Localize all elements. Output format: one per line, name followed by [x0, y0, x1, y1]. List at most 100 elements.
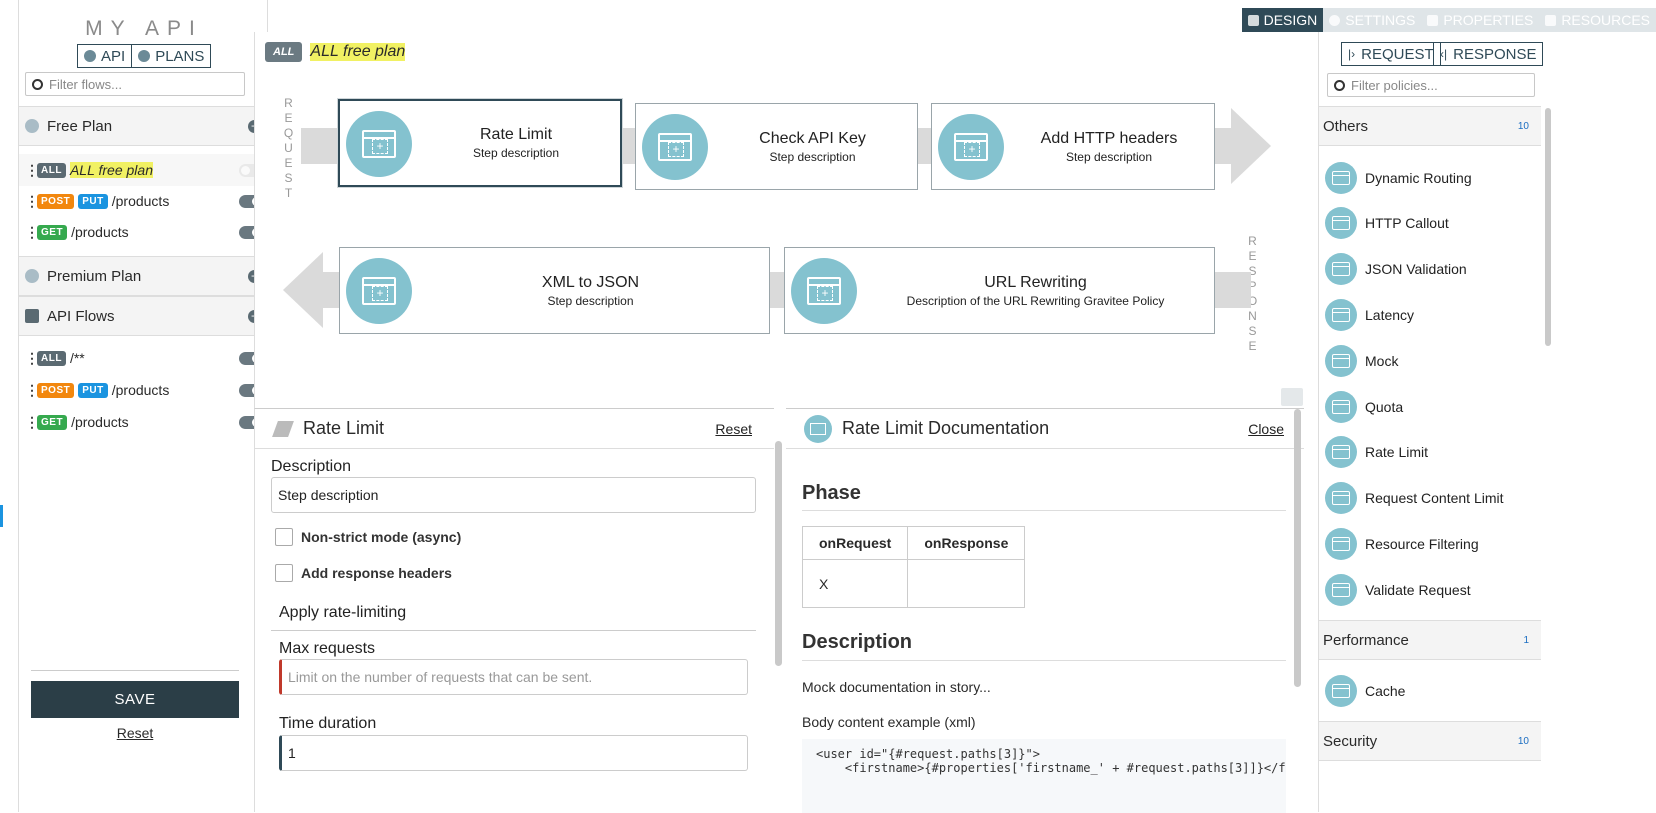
filter-policies-input[interactable]: Filter policies...	[1327, 73, 1535, 97]
policy-icon	[1325, 162, 1357, 194]
policy-item[interactable]: HTTP Callout	[1325, 205, 1449, 241]
flow-path: /**	[69, 350, 85, 366]
body-example-label: Body content example (xml)	[802, 714, 976, 730]
plans-toggle-button[interactable]: PLANS	[132, 44, 212, 68]
policy-icon	[791, 258, 857, 324]
drag-handle-icon[interactable]: ⋮	[25, 351, 39, 365]
drag-handle-icon[interactable]: ⋮	[25, 194, 39, 208]
code-line: <user id="{#request.paths[3]}">	[816, 747, 1040, 761]
plan-api-flows[interactable]: API Flows+	[19, 296, 269, 336]
table-header: onRequest	[801, 526, 909, 560]
reset-link[interactable]: Reset	[31, 725, 239, 741]
tab-design[interactable]: DESIGN	[1241, 8, 1324, 32]
add-headers-checkbox[interactable]: Add response headers	[275, 564, 452, 582]
policy-icon	[1325, 436, 1357, 468]
api-toggle-button[interactable]: API	[77, 44, 133, 68]
request-filter-button[interactable]: |› REQUEST	[1341, 42, 1441, 66]
drag-handle-icon[interactable]: ⋮	[25, 163, 39, 177]
flow-item[interactable]: ⋮ POST PUT/products	[19, 185, 269, 217]
flow-item[interactable]: ⋮ GET/products	[19, 216, 269, 248]
policy-item[interactable]: Quota	[1325, 389, 1403, 425]
policy-item[interactable]: Latency	[1325, 297, 1414, 333]
time-duration-input[interactable]: 1	[279, 735, 748, 771]
save-button[interactable]: SAVE	[31, 681, 239, 718]
cube-icon	[84, 50, 96, 62]
category-security[interactable]: Security 10	[1319, 721, 1541, 761]
step-description: Step description	[472, 146, 560, 160]
close-doc-link[interactable]: Close	[1248, 421, 1284, 437]
layout-toggle-icon[interactable]	[1281, 388, 1303, 406]
properties-icon	[1427, 14, 1439, 26]
max-requests-input[interactable]: Limit on the number of requests that can…	[279, 659, 748, 695]
method-badge-all: ALL	[265, 42, 303, 62]
policy-item[interactable]: Rate Limit	[1325, 434, 1428, 470]
filter-flows-input[interactable]: Filter flows...	[25, 72, 245, 96]
plan-free[interactable]: Free Plan+	[19, 106, 269, 146]
divider	[271, 630, 756, 631]
plan-icon	[138, 50, 151, 62]
table-cell: X	[801, 559, 909, 608]
flow-path: /products	[71, 224, 129, 240]
flow-item[interactable]: ⋮ ALL/**	[19, 342, 269, 374]
phase-table: onRequest onResponse X	[801, 526, 1026, 608]
doc-scrollbar[interactable]	[1294, 409, 1301, 687]
category-count: 1	[1523, 634, 1529, 646]
flow-path: /products	[111, 382, 170, 398]
search-icon	[1334, 79, 1345, 91]
description-field[interactable]: Step description	[271, 477, 756, 513]
policy-icon	[938, 114, 1004, 180]
policy-item[interactable]: Dynamic Routing	[1325, 160, 1472, 196]
resources-icon	[1545, 14, 1557, 26]
method-badge-post: POST	[37, 193, 75, 209]
policy-icon	[1325, 675, 1357, 707]
divider	[802, 510, 1286, 511]
policy-icon	[642, 114, 708, 180]
section-title: Apply rate-limiting	[279, 604, 407, 621]
drag-handle-icon[interactable]: ⋮	[25, 225, 39, 239]
tab-resources[interactable]: RESOURCES	[1539, 8, 1656, 32]
checkbox[interactable]	[275, 528, 293, 546]
divider	[31, 670, 239, 671]
flow-item[interactable]: ⋮ POST PUT/products	[19, 374, 269, 406]
policy-icon	[1325, 482, 1357, 514]
drag-handle-icon[interactable]: ⋮	[25, 383, 39, 397]
policy-icon	[1325, 207, 1357, 239]
flow-item[interactable]: ⋮ ALL ALL free plan	[19, 154, 269, 186]
config-scrollbar[interactable]	[775, 441, 782, 666]
step-xml-to-json[interactable]: XML to JSON Step description	[339, 247, 770, 334]
tab-settings[interactable]: SETTINGS	[1323, 8, 1422, 32]
flow-item[interactable]: ⋮ GET/products	[19, 406, 269, 438]
flow-path: /products	[111, 193, 170, 209]
policy-item[interactable]: Mock	[1325, 343, 1398, 379]
checkbox[interactable]	[275, 564, 293, 582]
policies-scrollbar[interactable]	[1545, 108, 1551, 346]
policy-icon	[1325, 345, 1357, 377]
api-title: MY API	[85, 17, 203, 40]
step-add-http-headers[interactable]: Add HTTP headers Step description	[931, 103, 1215, 190]
plan-icon	[25, 269, 39, 283]
policy-item[interactable]: JSON Validation	[1325, 251, 1467, 287]
doc-description: Mock documentation in story...	[802, 679, 991, 695]
tab-properties[interactable]: PROPERTIES	[1421, 8, 1540, 32]
time-duration-label: Time duration	[279, 715, 377, 732]
response-filter-button[interactable]: ‹| RESPONSE	[1433, 42, 1544, 66]
step-check-api-key[interactable]: Check API Key Step description	[635, 103, 918, 190]
non-strict-checkbox[interactable]: Non-strict mode (async)	[275, 528, 461, 546]
policy-icon	[346, 258, 412, 324]
category-performance[interactable]: Performance 1	[1319, 620, 1541, 660]
plan-premium[interactable]: Premium Plan+	[19, 256, 269, 296]
drag-handle-icon[interactable]: ⋮	[25, 415, 39, 429]
config-header: Rate Limit	[255, 409, 774, 449]
request-label: REQUEST	[283, 96, 295, 200]
reset-config-link[interactable]: Reset	[715, 421, 752, 437]
policy-item[interactable]: Resource Filtering	[1325, 526, 1479, 562]
category-others[interactable]: Others 10	[1319, 106, 1541, 146]
policy-item[interactable]: Request Content Limit	[1325, 480, 1504, 516]
policy-item[interactable]: Validate Request	[1325, 572, 1471, 608]
step-url-rewriting[interactable]: URL Rewriting Description of the URL Rewr…	[784, 247, 1215, 334]
design-icon	[1247, 14, 1259, 26]
policy-item[interactable]: Cache	[1325, 673, 1405, 709]
flow-header: ALL ALL free plan	[265, 42, 406, 62]
api-plans-toggle: API PLANS	[77, 44, 212, 68]
step-rate-limit[interactable]: Rate Limit Step description	[338, 99, 622, 187]
